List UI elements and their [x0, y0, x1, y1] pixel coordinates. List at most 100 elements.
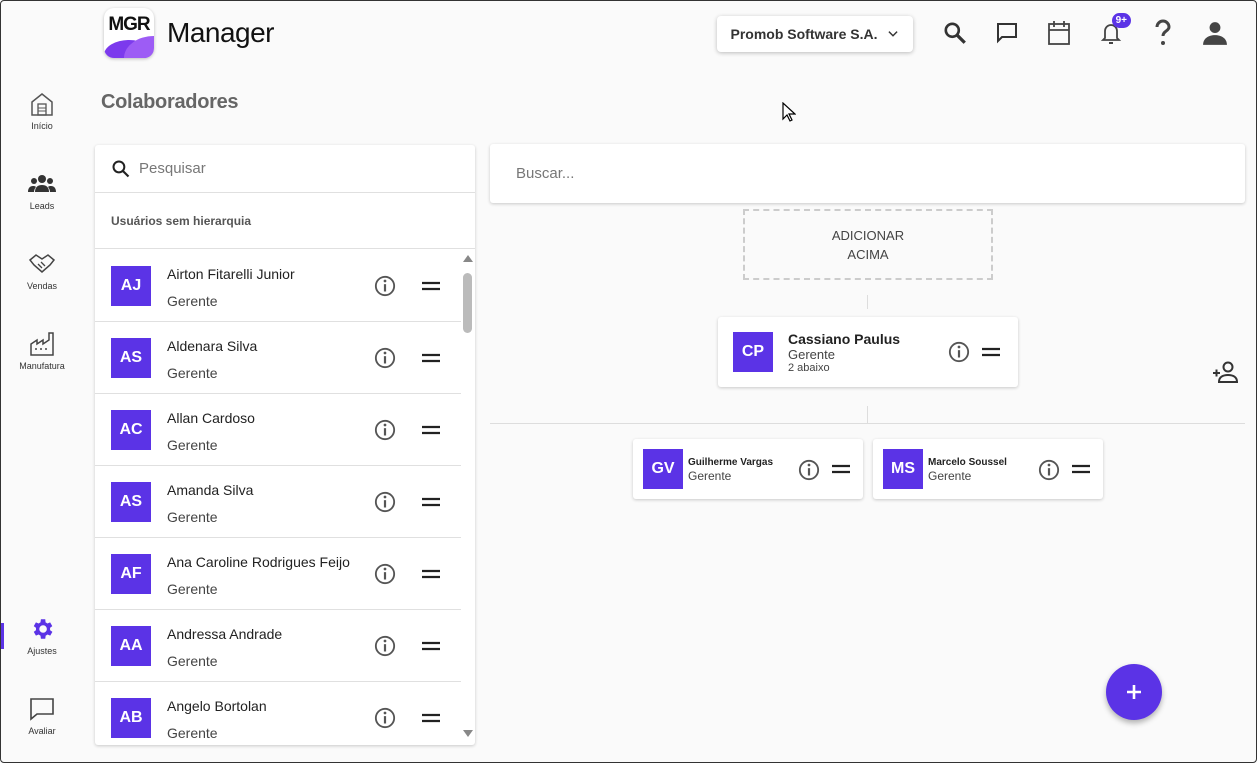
- avatar: AJ: [111, 266, 151, 306]
- list-item[interactable]: AS Aldenara Silva Gerente: [95, 322, 461, 394]
- sidebar-item-label: Leads: [29, 201, 55, 211]
- card-user-role: Gerente: [688, 469, 732, 483]
- drag-handle-icon[interactable]: [422, 280, 440, 292]
- user-role: Gerente: [167, 725, 218, 741]
- scroll-down-arrow[interactable]: [463, 730, 473, 737]
- avatar: AB: [111, 698, 151, 738]
- list-item[interactable]: AS Amanda Silva Gerente: [95, 466, 461, 538]
- sidebar-item-vendas[interactable]: Vendas: [1, 249, 83, 291]
- drag-handle-icon[interactable]: [982, 347, 1000, 357]
- info-icon[interactable]: [948, 341, 970, 363]
- chat-icon: [997, 23, 1017, 44]
- account-button[interactable]: [1201, 19, 1229, 47]
- plus-icon: [1127, 685, 1141, 699]
- user-role: Gerente: [167, 581, 218, 597]
- avatar: CP: [733, 332, 773, 372]
- card-user-name: Cassiano Paulus: [788, 331, 901, 347]
- user-role: Gerente: [167, 293, 218, 309]
- card-user-name: Guilherme Vargas: [688, 457, 774, 468]
- avatar: AS: [111, 338, 151, 378]
- info-icon[interactable]: [374, 275, 396, 297]
- drag-handle-icon[interactable]: [422, 496, 440, 508]
- feedback-icon: [30, 698, 54, 721]
- info-icon[interactable]: [374, 419, 396, 441]
- help-button[interactable]: [1149, 19, 1177, 47]
- user-role: Gerente: [167, 653, 218, 669]
- list-item[interactable]: AB Angelo Bortolan Gerente: [95, 682, 461, 745]
- card-user-role: Gerente: [788, 347, 835, 362]
- hierarchy-search-input[interactable]: [516, 165, 1216, 182]
- company-selector[interactable]: Promob Software S.A.: [717, 16, 913, 52]
- sidebar-item-manufatura[interactable]: Manufatura: [1, 329, 83, 371]
- drag-handle-icon[interactable]: [1072, 464, 1090, 474]
- sidebar-item-inicio[interactable]: Início: [1, 89, 83, 131]
- root-user-card[interactable]: CP Cassiano Paulus Gerente 2 abaixo: [718, 317, 1018, 387]
- factory-icon: [30, 332, 54, 356]
- user-name: Angelo Bortolan: [167, 698, 267, 714]
- add-above-dropzone[interactable]: ADICIONAR ACIMA: [743, 209, 993, 280]
- sidebar-item-label: Início: [31, 121, 53, 131]
- avatar: AC: [111, 410, 151, 450]
- drag-handle-icon[interactable]: [832, 464, 850, 474]
- child-user-card[interactable]: MS Marcelo Soussel Gerente: [873, 439, 1103, 499]
- add-button[interactable]: [1106, 664, 1162, 720]
- notifications-badge: 9+: [1111, 13, 1131, 28]
- mouse-cursor-icon: [782, 102, 796, 122]
- info-icon[interactable]: [1038, 459, 1060, 481]
- people-icon: [28, 175, 56, 192]
- calendar-button[interactable]: [1045, 19, 1073, 47]
- user-search-input[interactable]: [139, 160, 439, 177]
- avatar: AF: [111, 554, 151, 594]
- sidebar-item-label: Vendas: [26, 281, 58, 291]
- app-title: Manager: [167, 17, 275, 48]
- info-icon[interactable]: [374, 635, 396, 657]
- info-icon[interactable]: [798, 459, 820, 481]
- chevron-down-icon: [887, 31, 898, 37]
- info-icon[interactable]: [374, 563, 396, 585]
- drag-handle-icon[interactable]: [422, 424, 440, 436]
- search-icon: [944, 22, 966, 44]
- calendar-icon: [1048, 21, 1070, 45]
- sidebar-item-label: Manufatura: [19, 361, 65, 371]
- search-icon: [112, 160, 130, 177]
- card-below-count: 2 abaixo: [788, 362, 830, 374]
- drag-handle-icon[interactable]: [422, 640, 440, 652]
- user-name: Ana Caroline Rodrigues Feijo: [167, 554, 350, 570]
- handshake-icon: [28, 254, 56, 273]
- drag-handle-icon[interactable]: [422, 712, 440, 724]
- info-icon[interactable]: [374, 491, 396, 513]
- sidebar-item-leads[interactable]: Leads: [1, 169, 83, 211]
- list-item[interactable]: AC Allan Cardoso Gerente: [95, 394, 461, 466]
- search-button[interactable]: [941, 19, 969, 47]
- info-icon[interactable]: [374, 707, 396, 729]
- scroll-up-arrow[interactable]: [463, 255, 473, 262]
- add-above-line1: ADICIONAR: [831, 227, 905, 243]
- help-icon: [1155, 19, 1171, 45]
- users-without-hierarchy-panel: Usuários sem hierarquia AJ Airton Fitarel…: [95, 145, 475, 745]
- user-name: Andressa Andrade: [167, 626, 283, 642]
- add-person-icon[interactable]: [1212, 361, 1238, 383]
- list-item[interactable]: AA Andressa Andrade Gerente: [95, 610, 461, 682]
- avatar: GV: [643, 449, 683, 489]
- section-label: Usuários sem hierarquia: [95, 193, 475, 249]
- sidebar-item-ajustes[interactable]: Ajustes: [1, 614, 83, 656]
- chat-button[interactable]: [993, 19, 1021, 47]
- user-name: Allan Cardoso: [167, 410, 255, 426]
- drag-handle-icon[interactable]: [422, 352, 440, 364]
- child-user-card[interactable]: GV Guilherme Vargas Gerente: [633, 439, 863, 499]
- user-list: AJ Airton Fitarelli Junior Gerente AS Aldena…: [95, 250, 461, 745]
- app-logo[interactable]: MGR: [104, 8, 154, 58]
- info-icon[interactable]: [374, 347, 396, 369]
- user-role: Gerente: [167, 509, 218, 525]
- page-title: Colaboradores: [101, 91, 239, 113]
- card-user-role: Gerente: [928, 469, 972, 483]
- list-item[interactable]: AJ Airton Fitarelli Junior Gerente: [95, 250, 461, 322]
- drag-handle-icon[interactable]: [422, 568, 440, 580]
- app-window: MGR Manager Promob Software S.A. 9+ Iníc…: [0, 0, 1257, 763]
- sidebar-item-avaliar[interactable]: Avaliar: [1, 694, 83, 736]
- list-item[interactable]: AF Ana Caroline Rodrigues Feijo Gerente: [95, 538, 461, 610]
- scroll-thumb[interactable]: [463, 273, 472, 333]
- notifications-button[interactable]: 9+: [1097, 13, 1131, 47]
- card-user-name: Marcelo Soussel: [928, 457, 1007, 468]
- logo-text: MGR: [108, 14, 150, 35]
